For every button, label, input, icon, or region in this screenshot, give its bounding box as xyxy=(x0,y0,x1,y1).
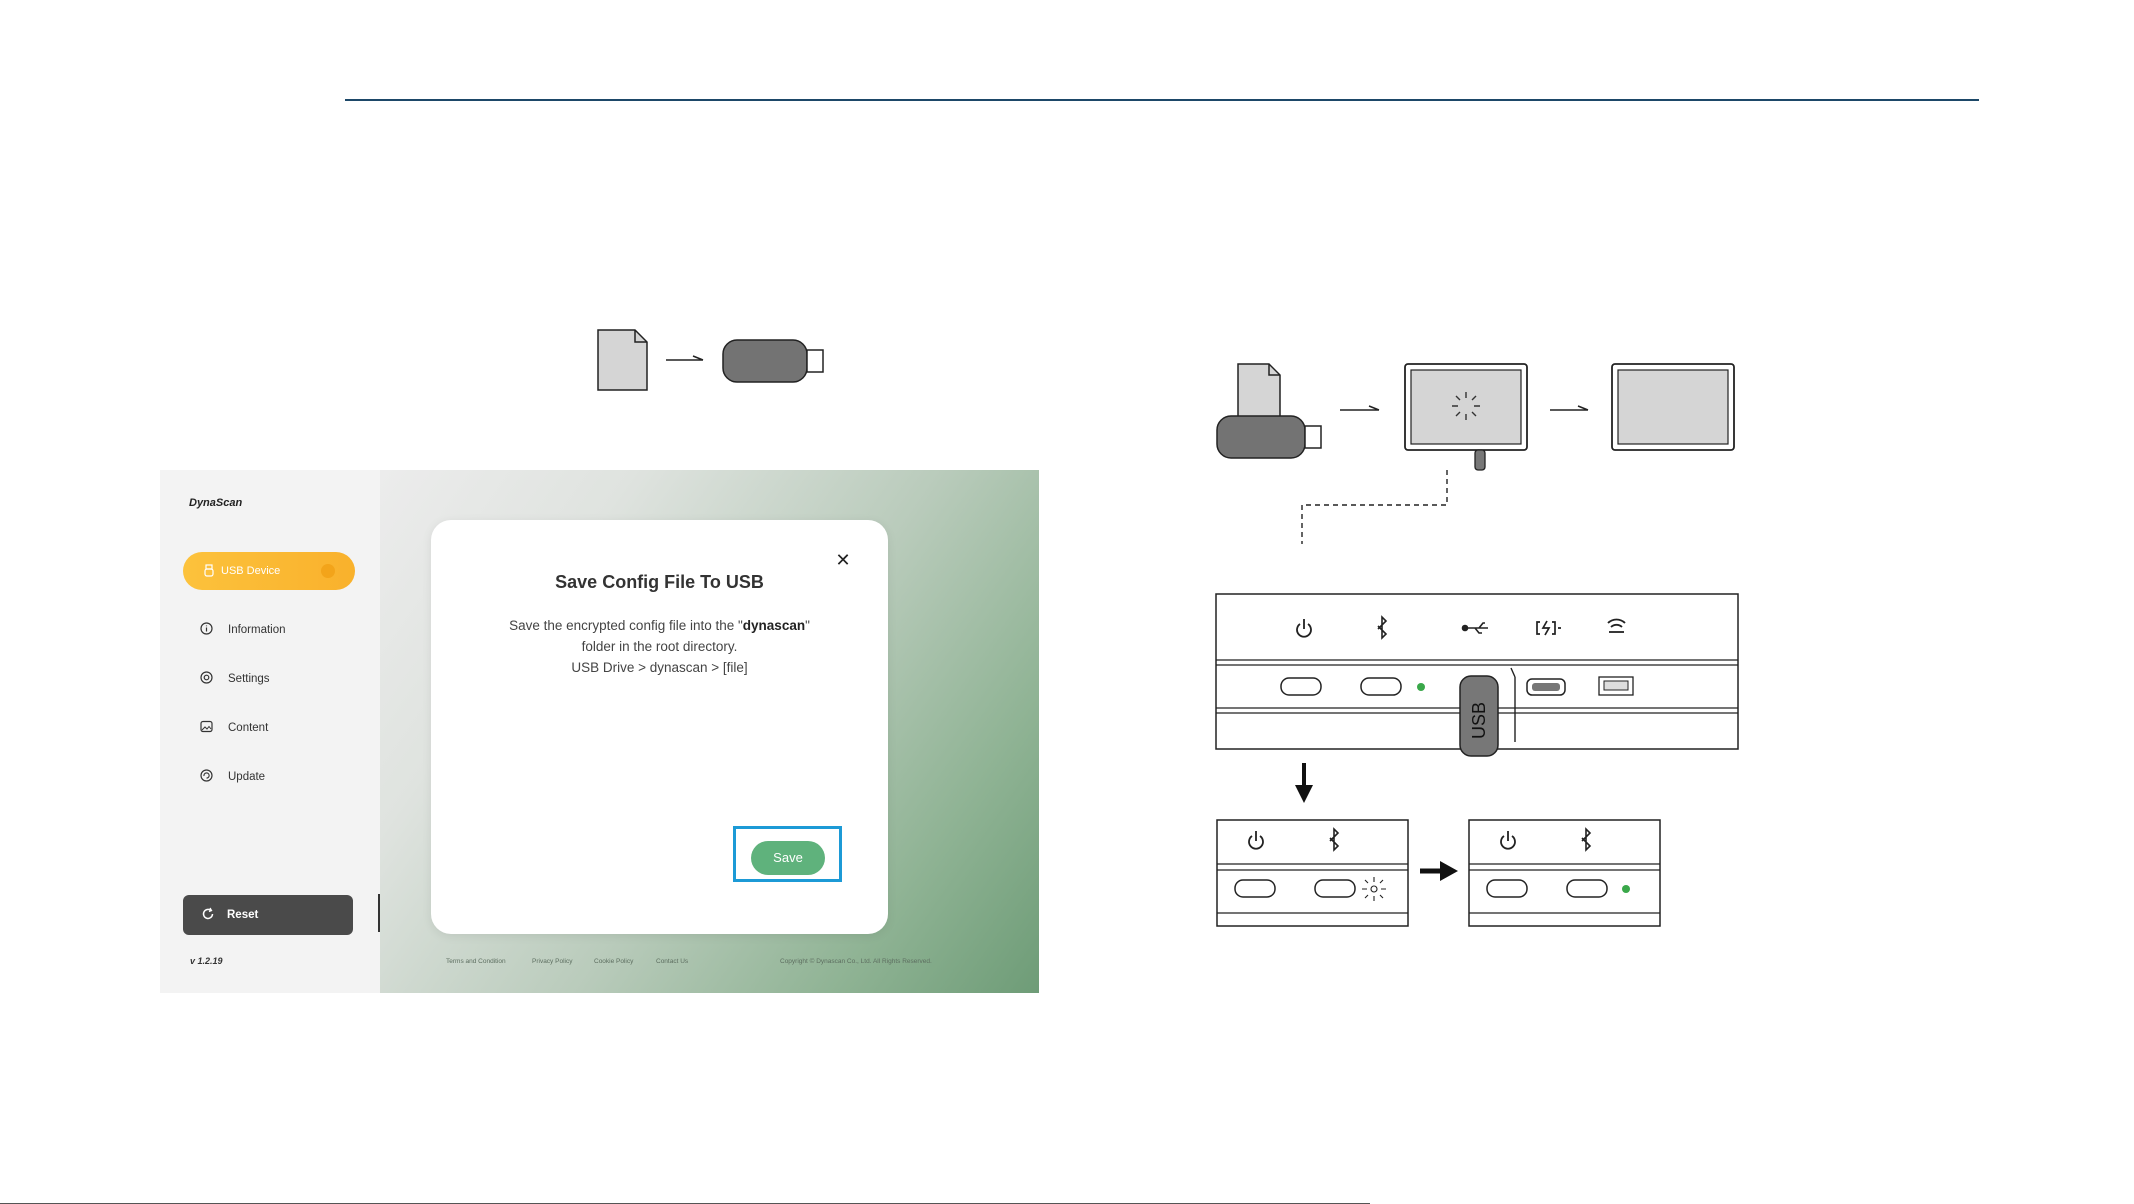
info-icon xyxy=(200,622,213,635)
save-button[interactable]: Save xyxy=(751,841,825,875)
usb-drive-icon xyxy=(1216,415,1306,459)
sidebar-item-usb-device[interactable]: USB Device xyxy=(183,552,355,590)
version-label: v 1.2.19 xyxy=(190,956,223,966)
sidebar-item-content[interactable]: Content xyxy=(200,718,360,738)
sidebar-item-label: Content xyxy=(228,722,269,734)
refresh-icon xyxy=(202,907,214,920)
footer-copyright: Copyright © Dynascan Co., Ltd. All Right… xyxy=(780,958,932,965)
connector-line xyxy=(1301,470,1448,544)
blinking-led-icon xyxy=(1362,877,1386,901)
sidebar-item-settings[interactable]: Settings xyxy=(200,669,360,689)
arrow-right-icon xyxy=(1340,405,1380,411)
arrow-down-icon xyxy=(1295,763,1313,803)
folder-name: dynascan xyxy=(742,618,806,633)
file-to-usb-illustration xyxy=(597,329,824,391)
app-logo: DynaScan xyxy=(189,497,243,509)
image-icon xyxy=(200,720,213,733)
usb-icon xyxy=(204,564,214,577)
arrow-right-icon xyxy=(1550,405,1589,411)
sidebar-item-label: Information xyxy=(228,624,286,636)
panel-blinking-illustration xyxy=(1216,819,1409,927)
reset-button[interactable]: Reset xyxy=(183,895,353,935)
sidebar-item-label: USB Device xyxy=(221,565,281,577)
modal-body: Save the encrypted config file into the … xyxy=(461,615,858,678)
status-led xyxy=(1622,885,1630,893)
gear-icon xyxy=(200,671,213,684)
power-button xyxy=(1234,879,1276,898)
status-led xyxy=(1417,683,1425,691)
arrow-right-icon xyxy=(666,355,704,361)
top-divider xyxy=(345,99,1979,101)
usb-to-display-illustration xyxy=(1216,363,1735,544)
power-button xyxy=(1486,879,1528,898)
arrow-right-bold-icon xyxy=(1420,861,1458,881)
sidebar: DynaScan USB Device Information Settings xyxy=(160,470,380,993)
usb-drive-icon xyxy=(722,339,808,383)
close-icon[interactable]: ✕ xyxy=(833,550,853,570)
port-panel-illustration: USB xyxy=(1215,593,1739,757)
reset-label: Reset xyxy=(227,909,259,921)
sidebar-item-label: Update xyxy=(228,771,266,783)
power-button xyxy=(1280,677,1322,696)
footer-link-cookie[interactable]: Cookie Policy xyxy=(594,958,633,965)
bluetooth-button xyxy=(1360,677,1402,696)
modal-body-line-1: Save the encrypted config file into the … xyxy=(509,618,810,633)
file-icon xyxy=(597,329,648,391)
bluetooth-button xyxy=(1314,879,1356,898)
sidebar-item-update[interactable]: Update xyxy=(200,767,360,787)
footer-link-terms[interactable]: Terms and Condition xyxy=(446,958,506,965)
bluetooth-button xyxy=(1566,879,1608,898)
usb-stick-label: USB xyxy=(1469,702,1489,739)
update-icon xyxy=(200,769,213,782)
sidebar-item-label: Settings xyxy=(228,673,270,685)
panel-connected-illustration xyxy=(1468,819,1661,927)
sidebar-item-information[interactable]: Information xyxy=(200,620,360,640)
modal-title: Save Config File To USB xyxy=(555,572,764,592)
modal-body-line-2: folder in the root directory. xyxy=(581,639,738,654)
modal-body-line-3: USB Drive > dynascan > [file] xyxy=(571,660,748,675)
status-dot xyxy=(321,564,335,578)
footer-link-privacy[interactable]: Privacy Policy xyxy=(532,958,572,965)
footer-link-contact[interactable]: Contact Us xyxy=(656,958,688,965)
